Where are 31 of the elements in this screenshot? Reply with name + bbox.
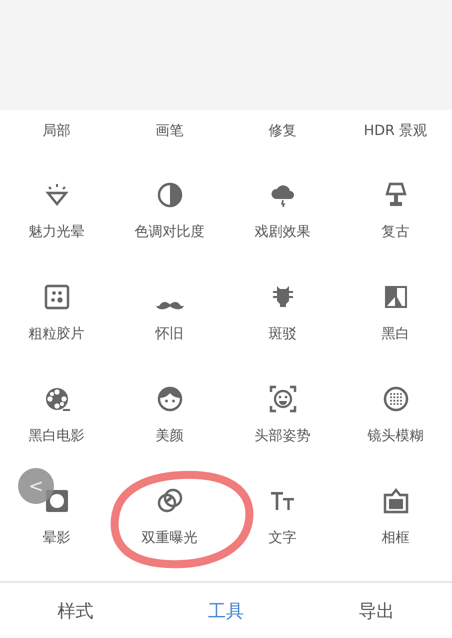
- tool-label[interactable]: 复古: [382, 223, 410, 241]
- tool-label[interactable]: 画笔: [156, 122, 184, 140]
- face-icon: [156, 385, 184, 413]
- overlapping-circles-icon: [156, 487, 184, 515]
- tool-label[interactable]: 美颜: [156, 427, 184, 445]
- tool-label[interactable]: 斑驳: [268, 325, 296, 343]
- tool-label[interactable]: 戏剧效果: [254, 223, 310, 241]
- dotted-circle-icon: [382, 385, 410, 413]
- tab[interactable]: 工具: [200, 594, 252, 626]
- tool-label[interactable]: 双重曝光: [142, 529, 198, 547]
- grain-icon: [42, 283, 70, 311]
- face-frame-icon: [268, 385, 296, 413]
- tool-label[interactable]: 相框: [382, 529, 410, 547]
- tool-label[interactable]: 色调对比度: [134, 223, 204, 241]
- tool-label[interactable]: 魅力光晕: [28, 223, 84, 241]
- tool-label[interactable]: 修复: [268, 122, 296, 140]
- tool-label[interactable]: 黑白: [382, 325, 410, 343]
- tool-label[interactable]: 头部姿势: [254, 427, 310, 445]
- mustache-icon: [156, 301, 184, 311]
- tool-label[interactable]: 局部: [42, 122, 70, 140]
- tab[interactable]: 导出: [350, 594, 403, 626]
- tool-label[interactable]: 粗粒胶片: [28, 325, 84, 343]
- contrast-icon: [156, 181, 184, 209]
- tool-label[interactable]: 黑白电影: [28, 427, 84, 445]
- tool-label[interactable]: 怀旧: [156, 325, 184, 343]
- tool-label[interactable]: 镜头模糊: [368, 427, 424, 445]
- tool-label[interactable]: HDR 景观: [364, 122, 428, 140]
- picture-frame-icon: [382, 487, 410, 515]
- tool-label[interactable]: 文字: [268, 529, 296, 547]
- tab[interactable]: 样式: [49, 594, 102, 626]
- tool-label[interactable]: 晕影: [42, 529, 70, 547]
